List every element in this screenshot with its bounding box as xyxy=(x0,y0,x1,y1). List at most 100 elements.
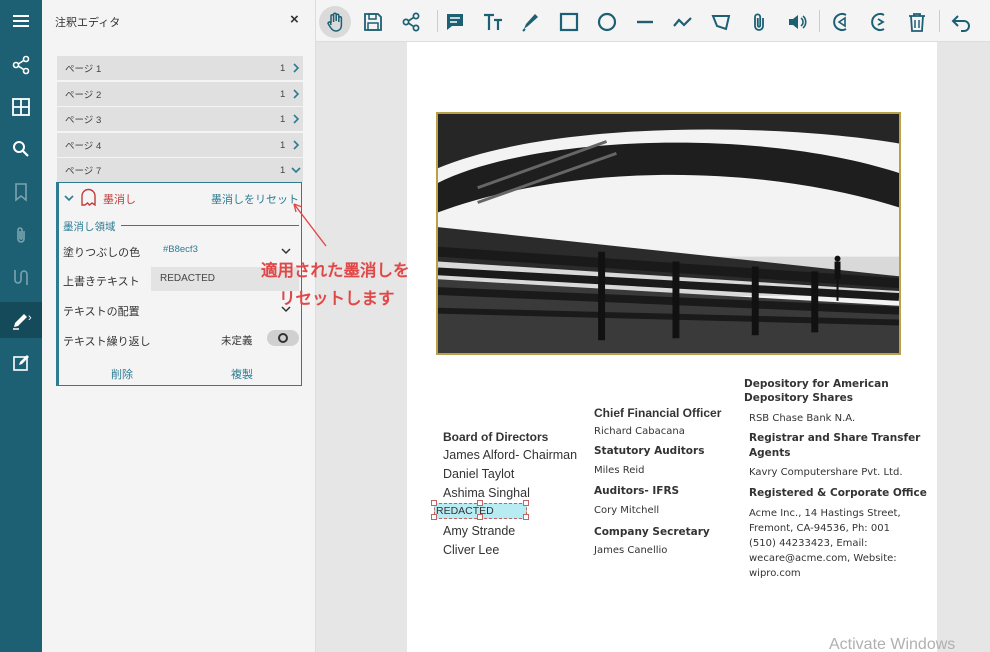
annotation-icon[interactable]: › xyxy=(0,302,42,338)
board-member: Amy Strande xyxy=(443,524,516,538)
polyline-icon[interactable] xyxy=(667,6,699,38)
chevron-right-icon xyxy=(293,89,300,99)
page-label: ページ 2 xyxy=(65,90,102,101)
page-row[interactable]: ページ 2 1 xyxy=(57,82,303,106)
share-icon[interactable] xyxy=(395,6,427,38)
ifrs-name: Cory Mitchell xyxy=(594,505,660,516)
pan-hand-icon[interactable] xyxy=(319,6,351,38)
sound-icon[interactable] xyxy=(781,6,813,38)
page-count: 1 xyxy=(280,113,286,125)
board-member: Ashima Singhal xyxy=(443,486,530,500)
secretary-heading: Company Secretary xyxy=(594,526,710,538)
secretary-name: James Canellio xyxy=(594,545,668,556)
comment-icon[interactable] xyxy=(439,6,471,38)
toolbar-divider xyxy=(819,10,820,32)
bookmark-icon[interactable] xyxy=(0,174,42,210)
depository-heading: Depository for American xyxy=(744,378,889,390)
text-wrap-toggle[interactable] xyxy=(267,330,299,346)
thumbnails-icon[interactable] xyxy=(0,89,42,125)
depository-heading: Depository Shares xyxy=(744,392,853,404)
document-page: Board of Directors James Alford- Chairma… xyxy=(407,42,937,652)
share-icon[interactable] xyxy=(0,47,42,83)
attachment-icon[interactable] xyxy=(743,6,775,38)
overlay-text-label: 上書きテキスト xyxy=(63,276,140,288)
reset-redaction-button[interactable]: 墨消しをリセット xyxy=(211,191,299,207)
polygon-icon[interactable] xyxy=(705,6,737,38)
page-label: ページ 3 xyxy=(65,115,102,126)
toolbar-divider xyxy=(939,10,940,32)
page-row[interactable]: ページ 4 1 xyxy=(57,133,303,157)
callout-text: リセットします xyxy=(279,290,395,308)
chevron-right-icon: › xyxy=(28,312,32,324)
resize-handle[interactable] xyxy=(431,514,437,520)
redact-area-icon[interactable] xyxy=(825,6,857,38)
undo-icon[interactable] xyxy=(945,6,977,38)
chevron-down-icon xyxy=(291,167,301,174)
form-edit-icon[interactable] xyxy=(0,345,42,381)
office-heading: Registered & Corporate Office xyxy=(749,487,927,499)
circle-icon[interactable] xyxy=(591,6,623,38)
line-icon[interactable] xyxy=(629,6,661,38)
page-row[interactable]: ページ 7 1 xyxy=(57,158,303,182)
pen-icon[interactable] xyxy=(515,6,547,38)
resize-handle[interactable] xyxy=(431,500,437,506)
chevron-right-icon xyxy=(293,63,300,73)
redaction-icon xyxy=(81,188,96,206)
ifrs-heading: Auditors- IFRS xyxy=(594,485,680,497)
section-divider xyxy=(121,225,299,226)
text-wrap-label: テキスト繰り返し xyxy=(63,336,151,348)
callout-arrow xyxy=(293,203,327,247)
attachment-icon[interactable] xyxy=(0,217,42,253)
navigation-rail: › xyxy=(0,0,42,652)
board-member: Daniel Taylot xyxy=(443,467,515,481)
chevron-right-icon xyxy=(293,140,300,150)
fill-color-label: 塗りつぶしの色 xyxy=(63,247,141,259)
page-label: ページ 1 xyxy=(65,64,102,75)
page-count: 1 xyxy=(280,139,286,151)
trash-icon[interactable] xyxy=(901,6,933,38)
redaction-properties: 墨消し 墨消しをリセット 墨消し領域 塗りつぶしの色 #B8ecf3 上書きテキ… xyxy=(56,182,302,386)
office-address: Fremont, CA-94536, Ph: 001 xyxy=(749,523,890,534)
bridge-photo xyxy=(436,112,901,355)
office-address: Acme Inc., 14 Hastings Street, xyxy=(749,508,901,519)
resize-handle[interactable] xyxy=(477,514,483,520)
toggle-knob xyxy=(278,333,288,343)
panel-title: 注釈エディタ xyxy=(55,17,121,29)
page-count: 1 xyxy=(280,164,286,176)
chevron-down-icon[interactable] xyxy=(64,193,74,203)
redaction-annotation[interactable]: REDACTED xyxy=(431,500,529,520)
registrar-heading: Registrar and Share Transfer xyxy=(749,432,921,444)
annotation-toolbar xyxy=(316,0,990,42)
text-align-label: テキストの配置 xyxy=(63,306,140,318)
office-address: (510) 44233423, Email: xyxy=(749,538,868,549)
page-count: 1 xyxy=(280,88,286,100)
page-row[interactable]: ページ 3 1 xyxy=(57,107,303,131)
cfo-name: Richard Cabacana xyxy=(594,426,685,437)
rectangle-icon[interactable] xyxy=(553,6,585,38)
windows-watermark: Activate Windows xyxy=(829,636,956,652)
apply-redaction-icon[interactable] xyxy=(863,6,895,38)
menu-icon[interactable] xyxy=(0,3,42,39)
close-icon[interactable]: × xyxy=(290,11,299,28)
callout-text: 適用された墨消しを xyxy=(261,262,410,280)
duplicate-button[interactable]: 複製 xyxy=(231,366,253,382)
free-text-icon[interactable] xyxy=(477,6,509,38)
fill-color-dropdown[interactable]: #B8ecf3 xyxy=(163,244,198,255)
registrar-name: Kavry Computershare Pvt. Ltd. xyxy=(749,467,903,478)
page-row[interactable]: ページ 1 1 xyxy=(57,56,303,80)
signature-icon[interactable] xyxy=(0,259,42,295)
search-icon[interactable] xyxy=(0,131,42,167)
page-label: ページ 7 xyxy=(65,166,102,177)
resize-handle[interactable] xyxy=(523,500,529,506)
resize-handle[interactable] xyxy=(523,514,529,520)
resize-handle[interactable] xyxy=(477,500,483,506)
delete-button[interactable]: 削除 xyxy=(111,366,133,382)
board-member: Cliver Lee xyxy=(443,543,500,557)
annotation-panel: 注釈エディタ × ページ 1 1 ページ 2 1 ページ 3 1 ページ 4 1… xyxy=(42,0,316,652)
text-wrap-value: 未定義 xyxy=(221,335,253,347)
auditors-heading: Statutory Auditors xyxy=(594,445,705,457)
toolbar-divider xyxy=(437,10,438,32)
save-icon[interactable] xyxy=(357,6,389,38)
panel-header: 注釈エディタ × xyxy=(42,0,316,42)
depository-bank: RSB Chase Bank N.A. xyxy=(749,413,856,424)
